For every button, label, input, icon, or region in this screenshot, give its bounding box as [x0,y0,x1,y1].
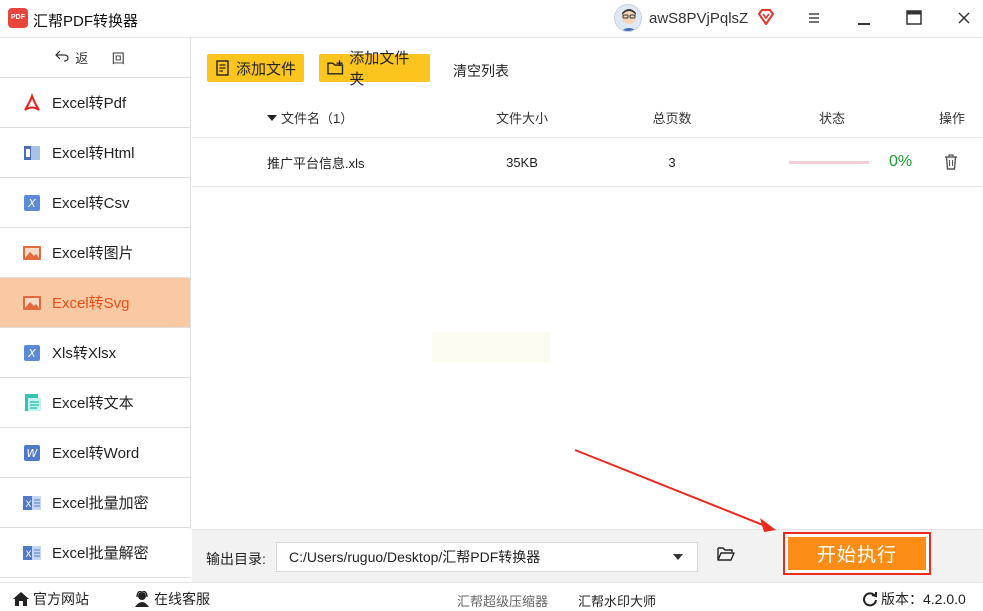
output-dir-select[interactable]: C:/Users/ruguo/Desktop/汇帮PDF转换器 [276,542,698,572]
sidebar-item-excel-to-word[interactable]: W Excel转Word [0,428,190,478]
browse-folder-icon[interactable] [717,546,735,564]
title-bar: PDF 汇帮PDF转换器 awS8PVjPqlsZ [0,0,983,38]
svg-text:X: X [27,347,36,360]
svg-text:X: X [25,500,31,510]
column-header-pages: 总页数 [652,111,692,126]
support-agent-icon [135,591,149,607]
sidebar-item-excel-to-pdf[interactable]: Excel转Pdf [0,78,190,128]
add-file-icon [216,60,229,76]
output-dir-label: 输出目录: [206,551,266,567]
column-header-name[interactable]: 文件名（1） [267,98,353,137]
sidebar-item-excel-batch-decrypt[interactable]: X Excel批量解密 [0,528,190,578]
add-file-label: 添加文件 [236,60,297,78]
add-folder-label: 添加文件夹 [349,50,410,88]
back-arrow-icon [55,49,69,66]
maximize-icon [906,10,922,25]
xlsx-icon: X [22,343,42,363]
word-icon: W [22,443,42,463]
delete-icon[interactable] [944,154,958,173]
menu-button[interactable] [800,6,828,30]
sidebar-item-excel-batch-encrypt[interactable]: X Excel批量加密 [0,478,190,528]
home-icon [13,592,29,606]
svg-text:X: X [27,197,36,210]
add-folder-button[interactable]: 添加文件夹 [319,50,430,88]
column-header-status: 状态 [818,111,845,126]
version-info[interactable]: 版本：4.2.0.0 [862,589,966,609]
sidebar-item-excel-to-image[interactable]: Excel转图片 [0,228,190,278]
file-name: 推广平台信息.xls [267,155,365,171]
app-title: 汇帮PDF转换器 [33,13,139,30]
progress-percent: 0% [889,153,913,170]
output-dir-path: C:/Users/ruguo/Desktop/汇帮PDF转换器 [289,549,541,565]
back-button[interactable]: 返 回 [0,38,190,78]
sidebar: 返 回 Excel转Pdf Excel转Html X Excel转Csv Exc… [0,38,191,578]
toolbar: 添加文件 添加文件夹 清空列表 [192,38,983,98]
refresh-icon [863,592,877,607]
sidebar-item-xls-to-xlsx[interactable]: X Xls转Xlsx [0,328,190,378]
sidebar-item-label: Excel转文本 [52,395,134,412]
status-bar: 官方网站 在线客服 汇帮超级压缩器 汇帮水印大师 版本：4.2.0.0 [0,582,983,611]
compressor-link[interactable]: 汇帮超级压缩器 [457,591,548,610]
minimize-icon [858,23,870,25]
column-header-operation: 操作 [938,111,965,126]
minimize-button[interactable] [850,6,878,30]
sidebar-item-excel-to-text[interactable]: Excel转文本 [0,378,190,428]
svg-text:X: X [25,550,31,560]
hamburger-icon [809,13,819,23]
sidebar-item-label: Excel转Word [52,445,140,462]
excel-lock-icon: X [22,493,42,513]
watermark-overlay [432,332,550,362]
app-logo-icon: PDF [8,8,28,28]
text-icon [22,393,42,413]
sidebar-item-excel-to-svg[interactable]: Excel转Svg [0,278,190,328]
official-site-link[interactable]: 官方网站 [12,589,89,609]
sidebar-item-label: Xls转Xlsx [52,345,117,362]
add-file-button[interactable]: 添加文件 [207,54,304,82]
file-size: 35KB [506,154,538,170]
add-folder-icon [327,60,344,75]
sidebar-item-label: Excel转Html [52,145,135,162]
start-button[interactable]: 开始执行 [788,537,926,570]
sidebar-item-excel-to-html[interactable]: Excel转Html [0,128,190,178]
sidebar-item-label: Excel转Pdf [52,95,127,112]
start-button-highlight: 开始执行 [783,532,931,575]
table-row[interactable]: 推广平台信息.xls 35KB 3 0% [192,138,983,187]
sidebar-item-excel-to-csv[interactable]: X Excel转Csv [0,178,190,228]
close-button[interactable] [950,6,978,30]
excel-unlock-icon: X [22,543,42,563]
sort-down-icon [267,114,277,121]
close-icon [958,12,970,24]
column-header-size: 文件大小 [495,111,548,126]
svg-text:W: W [27,447,39,460]
vip-diamond-icon[interactable] [757,8,775,26]
progress-bar [789,161,869,164]
sidebar-item-label: Excel转Csv [52,195,130,212]
file-table-header: 文件名（1） 文件大小 总页数 状态 操作 [192,98,983,138]
csv-icon: X [22,193,42,213]
image-icon [22,243,42,263]
chevron-down-icon[interactable] [673,554,683,560]
pdf-icon [22,92,42,113]
maximize-button[interactable] [900,6,928,30]
svg-image-icon [22,293,42,313]
output-bar: 输出目录: C:/Users/ruguo/Desktop/汇帮PDF转换器 开始… [192,529,983,582]
user-name[interactable]: awS8PVjPqlsZ [649,10,748,27]
file-pages: 3 [668,154,676,170]
sidebar-item-label: Excel批量解密 [52,545,149,562]
watermark-link[interactable]: 汇帮水印大师 [578,591,656,610]
sidebar-item-label: Excel批量加密 [52,495,149,512]
html-icon [22,143,42,163]
sidebar-item-label: Excel转Svg [52,295,130,312]
user-avatar[interactable] [614,4,642,32]
sidebar-item-label: Excel转图片 [52,245,134,262]
online-service-link[interactable]: 在线客服 [133,589,210,609]
clear-list-button[interactable]: 清空列表 [453,61,509,81]
back-label: 返 回 [75,51,135,66]
